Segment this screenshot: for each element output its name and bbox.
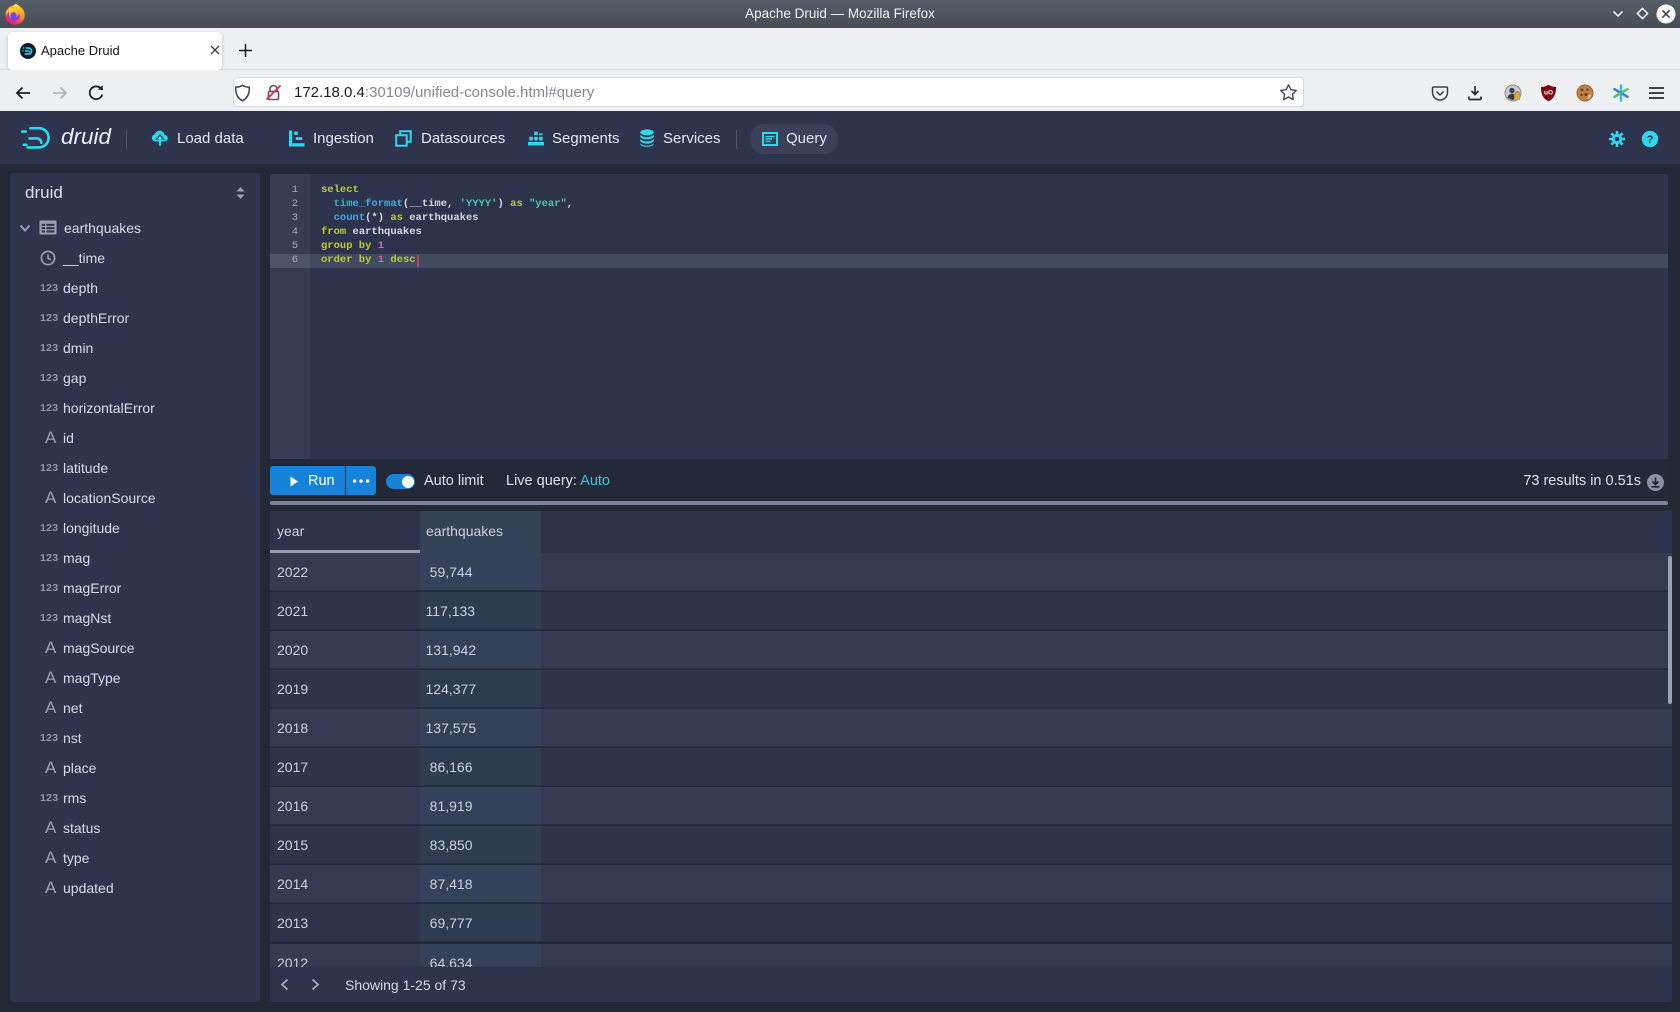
svg-text:uO: uO <box>1544 90 1553 97</box>
svg-text:?: ? <box>1647 134 1654 146</box>
